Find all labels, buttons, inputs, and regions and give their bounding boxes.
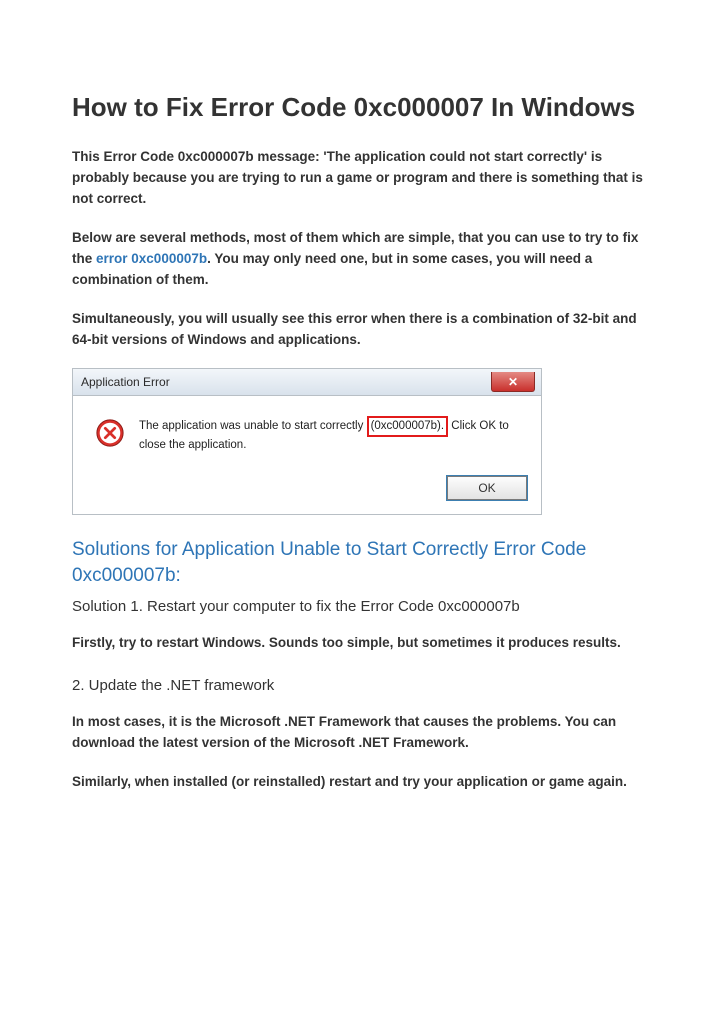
intro-paragraph-2: Below are several methods, most of them … — [72, 228, 648, 291]
intro-paragraph-1: This Error Code 0xc000007b message: 'The… — [72, 147, 648, 210]
error-link[interactable]: error 0xc000007b — [96, 251, 207, 266]
solution-1-body: Firstly, try to restart Windows. Sounds … — [72, 633, 648, 654]
solution-1-title: Solution 1. Restart your computer to fix… — [72, 596, 648, 619]
solution-2-title: 2. Update the .NET framework — [72, 675, 648, 698]
close-button[interactable]: ✕ — [491, 372, 535, 392]
dialog-footer: OK — [73, 468, 541, 514]
error-dialog: Application Error ✕ The application was … — [72, 368, 542, 514]
dialog-msg-a: The application was unable to start corr… — [139, 420, 367, 432]
close-icon: ✕ — [508, 376, 518, 388]
ok-button[interactable]: OK — [447, 476, 527, 500]
solution-2-body-1: In most cases, it is the Microsoft .NET … — [72, 712, 648, 754]
intro-paragraph-3: Simultaneously, you will usually see thi… — [72, 309, 648, 351]
solution-2-body-2: Similarly, when installed (or reinstalle… — [72, 772, 648, 793]
ok-button-label: OK — [478, 481, 495, 495]
dialog-message: The application was unable to start corr… — [139, 416, 523, 453]
page-title: How to Fix Error Code 0xc000007 In Windo… — [72, 90, 648, 125]
document-page: How to Fix Error Code 0xc000007 In Windo… — [0, 0, 720, 871]
dialog-titlebar: Application Error ✕ — [73, 369, 541, 396]
dialog-body: The application was unable to start corr… — [73, 396, 541, 467]
solutions-heading: Solutions for Application Unable to Star… — [72, 537, 648, 590]
error-code-highlight: (0xc000007b). — [367, 416, 449, 437]
dialog-title: Application Error — [81, 375, 170, 389]
error-icon — [95, 418, 125, 448]
